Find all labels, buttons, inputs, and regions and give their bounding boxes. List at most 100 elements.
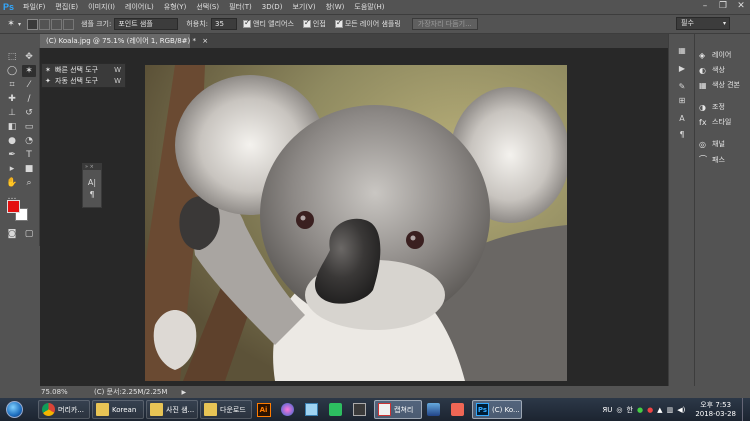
pen-tool-icon[interactable]: ✒ [5,149,19,161]
zoom-level[interactable]: 75.08% [40,388,94,396]
panel-styles[interactable]: fx 스타일 [699,117,731,127]
tray-app-icon[interactable]: ● [647,406,653,414]
quick-select-tool-icon[interactable]: ✶ [22,65,36,77]
antialias-checkbox[interactable] [243,18,252,28]
menu-item[interactable]: 보기(V) [287,0,320,14]
history-brush-icon[interactable]: ↺ [22,107,36,119]
quick-select-tool-icon[interactable]: ✶ [4,19,18,29]
document-info: (C) 문서:2.25M/2.25M [94,388,168,396]
flyout-item-magic-wand[interactable]: ✦ 자동 선택 도구 W [42,75,125,86]
show-desktop-button[interactable] [742,398,750,421]
network-icon[interactable]: ▥ [667,406,674,414]
taskbar-item-evernote[interactable] [326,400,348,419]
ime-language[interactable]: 한 [627,405,633,415]
taskbar-item-photo-folder[interactable]: 사진 샘... [146,400,198,419]
panel-color[interactable]: ◐ 색상 [699,65,725,75]
actions-icon[interactable]: ▶ [676,64,688,73]
sample-size-select[interactable]: 포인트 샘플 [114,18,179,30]
workspace-select[interactable]: 필수 ▾ [676,17,730,30]
tolerance-input[interactable]: 35 [211,18,238,30]
screen-mode-icon[interactable]: ▢ [22,228,36,240]
crop-tool-icon[interactable]: ⌗ [5,79,19,91]
panel-layers[interactable]: ◈ 레이어 [699,50,731,60]
paragraph-icon[interactable]: ¶ [676,130,688,139]
move-tool-icon[interactable]: ✥ [22,51,36,63]
type-tool-icon[interactable]: T [22,149,36,161]
stamp-tool-icon[interactable]: ⊥ [5,107,19,119]
lasso-tool-icon[interactable]: ◯ [5,65,19,77]
eraser-tool-icon[interactable]: ◧ [5,121,19,133]
close-button[interactable]: ✕ [732,0,750,14]
healing-tool-icon[interactable]: ✚ [5,93,19,105]
eyedropper-tool-icon[interactable]: ⁄ [22,79,36,91]
brush-tool-icon[interactable]: / [22,93,36,105]
koala-photo[interactable] [145,65,567,381]
panel-paths[interactable]: ⌒ 패스 [699,154,725,165]
clock[interactable]: 오후 7:53 2018-03-28 [689,401,742,419]
character-icon[interactable]: A [676,114,688,123]
status-arrow-icon[interactable]: ▶ [181,389,186,396]
tray-icon[interactable]: ◎ [616,406,622,414]
panel-channels[interactable]: ◎ 채널 [699,139,725,149]
menu-item[interactable]: 레이어(L) [120,0,159,14]
panel-swatches[interactable]: ▦ 색상 견본 [699,80,740,90]
taskbar-item-capture[interactable]: 캡쳐리 [374,400,422,419]
menu-item[interactable]: 창(W) [321,0,350,14]
paragraph-icon[interactable]: ¶ [83,190,101,199]
path-select-tool-icon[interactable]: ▸ [5,163,19,175]
menu-item[interactable]: 유형(Y) [159,0,192,14]
gradient-tool-icon[interactable]: ▭ [22,121,36,133]
taskbar-item-illustrator[interactable]: Ai [254,400,276,419]
zoom-tool-icon[interactable]: ⌕ [22,177,36,189]
flyout-item-quick-select[interactable]: ✶ 빠른 선택 도구 W [42,64,125,75]
new-selection-icon[interactable] [27,18,39,30]
menu-item[interactable]: 도움말(H) [349,0,389,14]
shape-tool-icon[interactable]: ■ [22,163,36,175]
start-button[interactable] [0,398,28,421]
flyout-item-label: 빠른 선택 도구 [55,65,99,74]
close-icon[interactable]: × [202,37,208,45]
ime-mode-icon[interactable]: ЯU [602,406,612,414]
taskbar-item-kakaotalk[interactable] [350,400,372,419]
marquee-tool-icon[interactable]: ⬚ [5,51,19,63]
taskbar-item-korean-folder[interactable]: Korean [92,400,144,419]
contiguous-checkbox[interactable] [302,18,311,28]
menu-item[interactable]: 3D(D) [257,0,288,14]
blur-tool-icon[interactable]: ● [5,135,19,147]
minimize-button[interactable]: – [696,0,714,14]
taskbar-item-downloads[interactable]: 다운로드 [200,400,252,419]
panel-adjustments[interactable]: ◑ 조정 [699,102,725,112]
taskbar-item-bandizip[interactable] [424,400,446,419]
volume-icon[interactable]: ◀) [677,406,685,414]
restore-button[interactable]: ❐ [714,0,732,14]
menu-item[interactable]: 파일(F) [18,0,50,14]
menu-item[interactable]: 편집(E) [50,0,83,14]
menu-item[interactable]: 필터(T) [224,0,257,14]
taskbar-item-notepad[interactable] [302,400,324,419]
show-hidden-icon[interactable]: ▲ [657,406,662,414]
taskbar-item-paint[interactable] [278,400,300,419]
character-icon[interactable]: A| [83,178,101,187]
clone-source-icon[interactable]: ⊞ [676,96,688,105]
chevron-down-icon[interactable]: ▾ [18,21,21,28]
panel-header[interactable]: » × [83,164,101,170]
history-icon[interactable]: ▦ [676,46,688,55]
taskbar-item-chrome[interactable]: 머리카... [38,400,90,419]
menu-item[interactable]: 선택(S) [191,0,224,14]
menu-item[interactable]: 이미지(I) [83,0,120,14]
hand-tool-icon[interactable]: ✋ [5,177,19,189]
security-icon[interactable]: ● [637,406,643,414]
brush-panel-icon[interactable]: ✎ [676,82,688,91]
intersect-selection-icon[interactable] [63,18,75,30]
refine-edge-button[interactable]: 가장자리 다듬기... [411,18,478,30]
quick-mask-icon[interactable]: ◙ [5,228,19,240]
add-selection-icon[interactable] [39,18,51,30]
subtract-selection-icon[interactable] [51,18,63,30]
document-tab[interactable]: (C) Koala.jpg @ 75.1% (레이어 1, RGB/8#) * … [40,34,208,48]
taskbar-item-photoshop[interactable]: Ps (C) Ko... [472,400,522,419]
foreground-color-swatch[interactable] [7,200,20,213]
all-layers-checkbox[interactable] [334,18,343,28]
dodge-tool-icon[interactable]: ◔ [22,135,36,147]
workspace-value: 필수 [681,19,694,27]
taskbar-item-media[interactable] [448,400,470,419]
